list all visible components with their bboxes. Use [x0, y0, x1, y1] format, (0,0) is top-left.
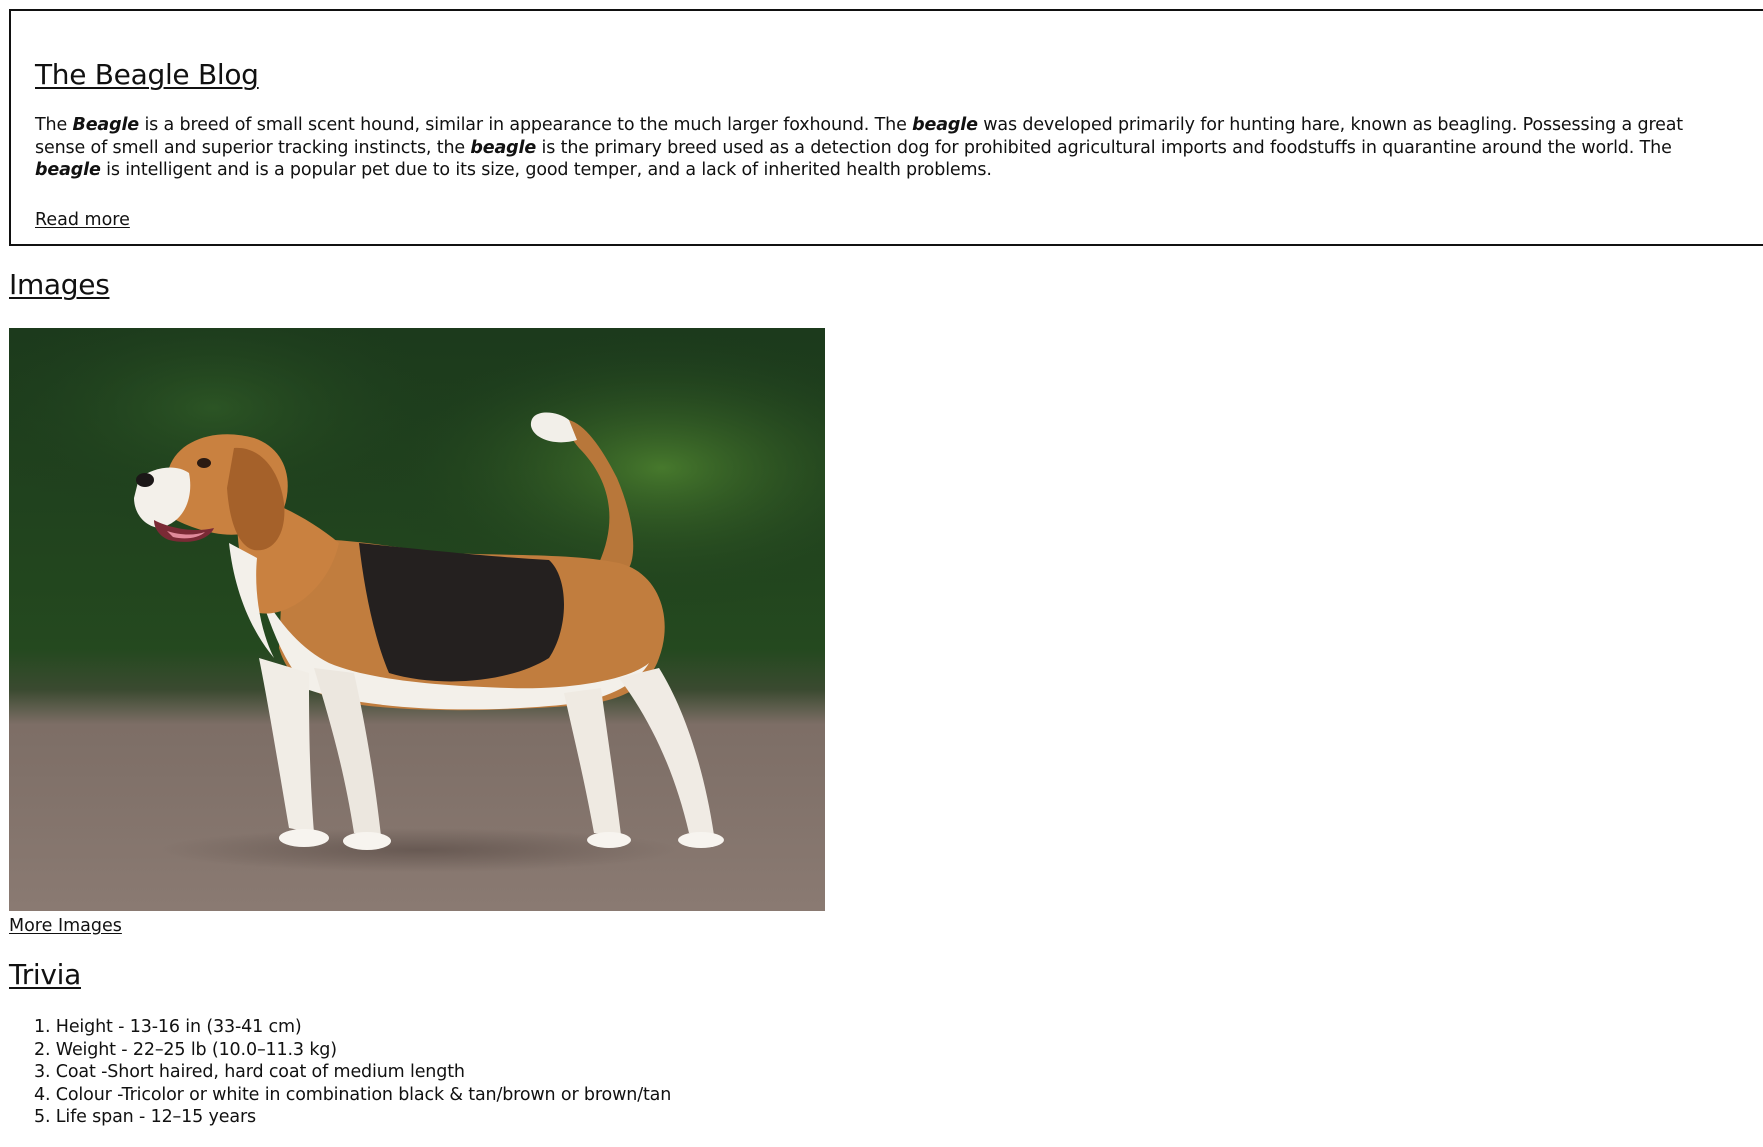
- list-item: 3. Coat -Short haired, hard coat of medi…: [34, 1062, 465, 1082]
- trivia-heading: Trivia: [9, 958, 81, 991]
- intro-text: is intelligent and is a popular pet due …: [100, 160, 992, 180]
- blog-intro-paragraph: The Beagle is a breed of small scent hou…: [35, 114, 1735, 182]
- intro-text: is the primary breed used as a detection…: [536, 137, 1672, 158]
- intro-text: is a breed of small scent hound, similar…: [139, 115, 913, 135]
- blog-title: The Beagle Blog: [35, 58, 259, 91]
- list-item: 4. Colour -Tricolor or white in combinat…: [34, 1084, 672, 1105]
- beagle-photo: [9, 328, 825, 911]
- list-item: 2. Weight - 22–25 lb (10.0–11.3 kg): [34, 1039, 337, 1060]
- blog-summary-card: The Beagle Blog The Beagle is a breed of…: [9, 9, 1763, 246]
- read-more-link[interactable]: Read more: [35, 210, 130, 230]
- trivia-list: 1. Height - 13-16 in (33-41 cm) 2. Weigh…: [34, 1016, 671, 1129]
- list-item: 1. Height - 13-16 in (33-41 cm): [34, 1017, 302, 1037]
- images-heading: Images: [9, 268, 110, 301]
- emphasized-word: Beagle: [72, 115, 140, 135]
- emphasized-word: beagle: [912, 115, 978, 135]
- emphasized-word: beagle: [35, 160, 101, 180]
- intro-text: The: [35, 115, 73, 135]
- emphasized-word: beagle: [470, 137, 537, 158]
- list-item: 5. Life span - 12–15 years: [34, 1107, 256, 1127]
- more-images-link[interactable]: More Images: [9, 916, 122, 936]
